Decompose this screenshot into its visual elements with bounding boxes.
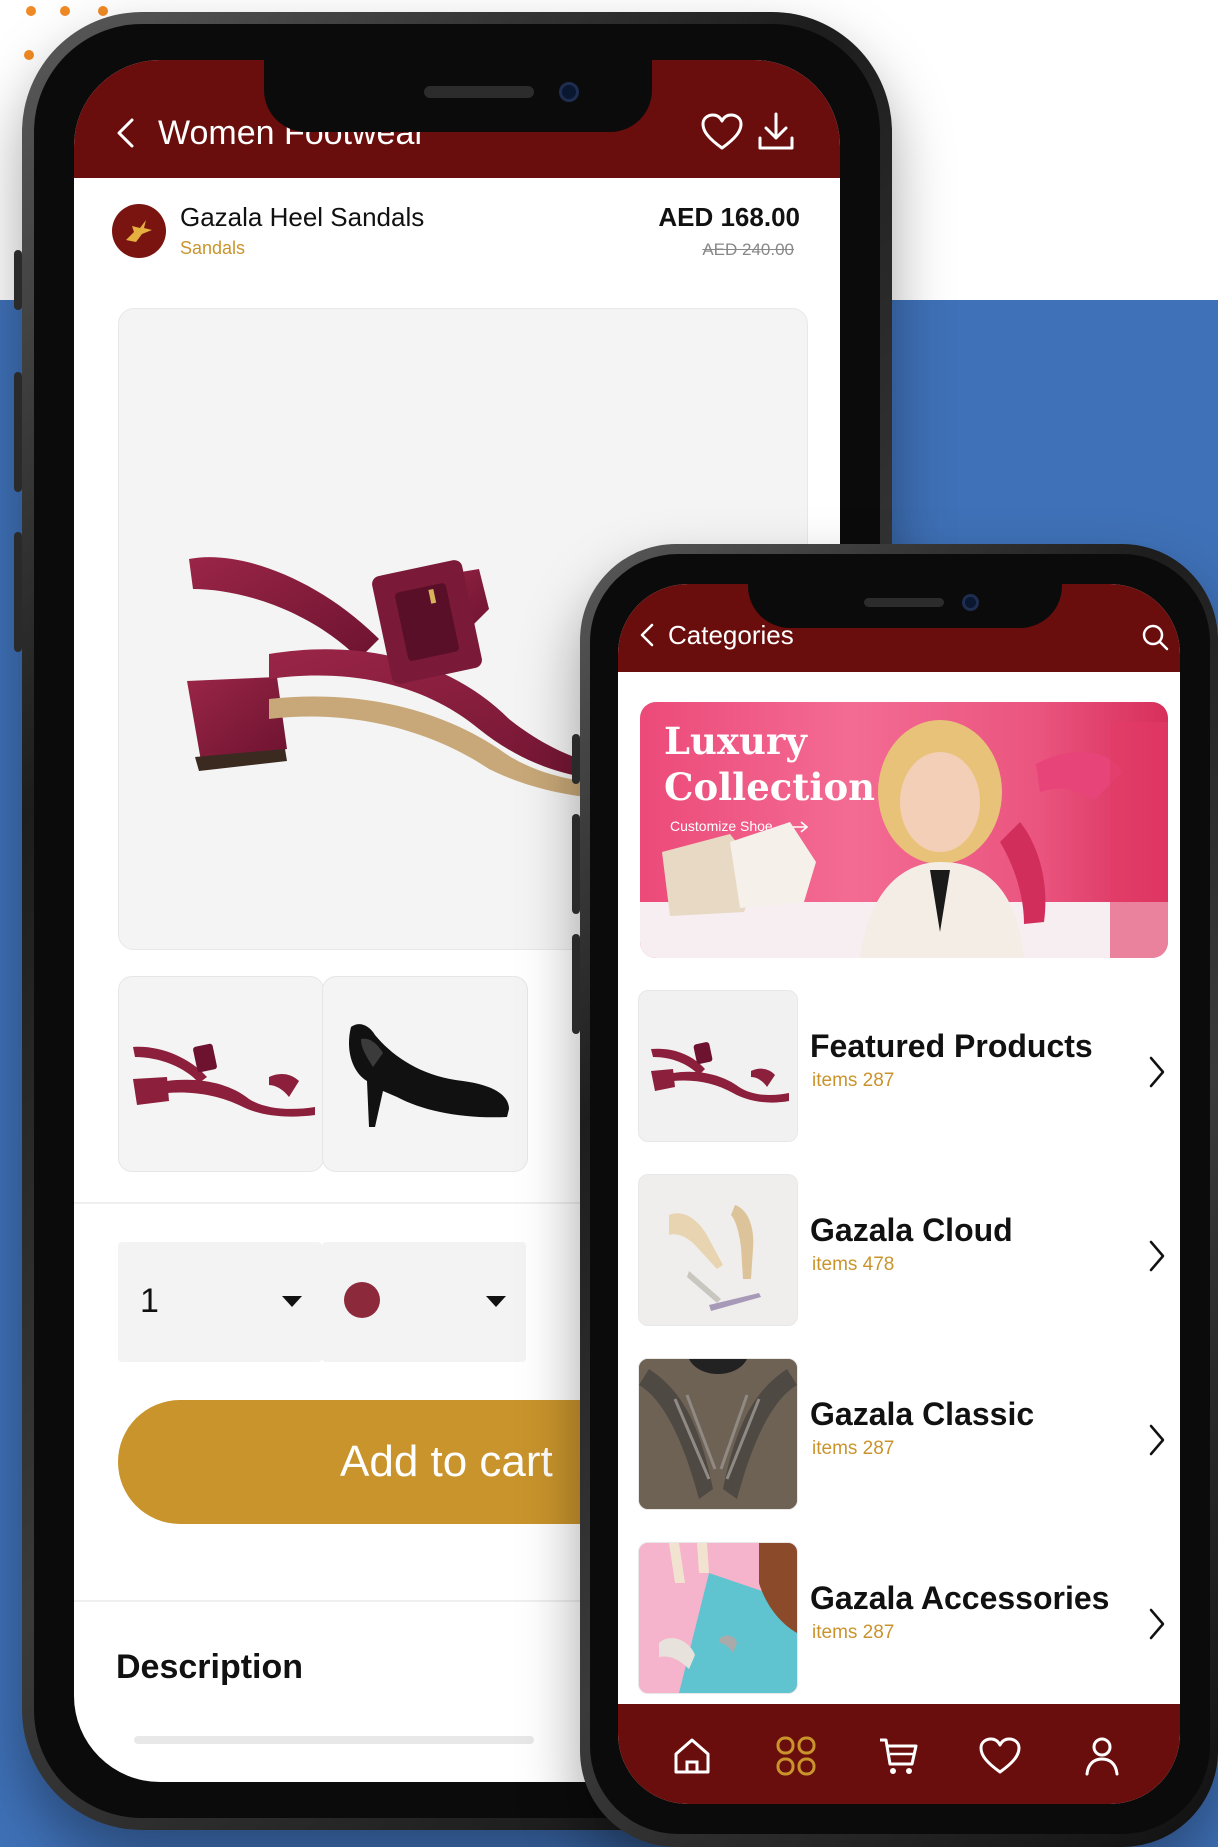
burgundy-sandal-thumb	[133, 1043, 315, 1117]
category-count: items 287	[812, 1438, 895, 1459]
product-category[interactable]: Sandals	[180, 238, 245, 259]
user-icon[interactable]	[1080, 1734, 1124, 1778]
product-name: Gazala Heel Sandals	[180, 202, 425, 232]
product-thumbnail[interactable]	[118, 976, 324, 1172]
product-price: AED 168.00	[658, 202, 800, 232]
bottom-tab-bar	[618, 1704, 1180, 1804]
color-select[interactable]	[322, 1242, 526, 1362]
category-name: Featured Products	[810, 1028, 1093, 1064]
download-icon[interactable]	[756, 110, 796, 152]
gazelle-logo-icon	[112, 204, 166, 258]
heart-icon[interactable]	[700, 112, 744, 152]
heart-icon[interactable]	[978, 1734, 1022, 1778]
category-count: items 287	[812, 1070, 895, 1091]
caret-down-icon	[282, 1296, 302, 1307]
category-name: Gazala Accessories	[810, 1580, 1110, 1616]
grid-icon[interactable]	[774, 1734, 818, 1778]
description-text-placeholder	[134, 1736, 534, 1744]
luxury-collection-banner[interactable]: Luxury Collection Customize Shoe	[640, 702, 1168, 958]
product-old-price: AED 240.00	[702, 240, 794, 259]
quantity-value: 1	[140, 1282, 159, 1320]
phone-categories: Categories Luxury Collection Customize S…	[572, 544, 1218, 1847]
category-row-gazala-cloud[interactable]: Gazala Cloud items 478	[618, 1166, 1180, 1326]
quantity-select[interactable]: 1	[118, 1242, 322, 1362]
category-row-featured-products[interactable]: Featured Products items 287	[618, 982, 1180, 1142]
chevron-right-icon	[1149, 1240, 1165, 1272]
color-swatch	[344, 1282, 380, 1318]
black-pump-thumb	[348, 1024, 509, 1127]
cart-icon[interactable]	[876, 1734, 920, 1778]
category-count: items 478	[812, 1254, 895, 1275]
categories-screen: Categories Luxury Collection Customize S…	[618, 584, 1180, 1804]
category-row-gazala-accessories[interactable]: Gazala Accessories items 287	[618, 1534, 1180, 1694]
arrow-right-icon	[784, 821, 808, 833]
product-thumbnail[interactable]	[322, 976, 528, 1172]
add-to-cart-label: Add to cart	[340, 1437, 553, 1486]
home-icon[interactable]	[670, 1734, 714, 1778]
category-thumbnail	[638, 990, 798, 1142]
category-name: Gazala Classic	[810, 1396, 1035, 1432]
chevron-right-icon	[1149, 1608, 1165, 1640]
search-icon[interactable]	[1140, 622, 1170, 652]
product-header: Gazala Heel Sandals Sandals AED 168.00 A…	[74, 178, 840, 278]
category-thumbnail	[638, 1174, 798, 1326]
chevron-left-icon[interactable]	[636, 622, 658, 648]
category-row-gazala-classic[interactable]: Gazala Classic items 287	[618, 1350, 1180, 1510]
banner-title: Luxury Collection	[664, 719, 876, 809]
category-count: items 287	[812, 1622, 895, 1643]
chevron-right-icon	[1149, 1424, 1165, 1456]
chevron-right-icon	[1149, 1056, 1165, 1088]
caret-down-icon	[486, 1296, 506, 1307]
category-thumbnail	[638, 1358, 798, 1510]
chevron-left-icon[interactable]	[110, 116, 144, 150]
category-name: Gazala Cloud	[810, 1212, 1013, 1248]
customize-shoe-link[interactable]: Customize Shoe	[670, 818, 811, 834]
category-thumbnail	[638, 1542, 798, 1694]
description-heading: Description	[116, 1648, 304, 1686]
